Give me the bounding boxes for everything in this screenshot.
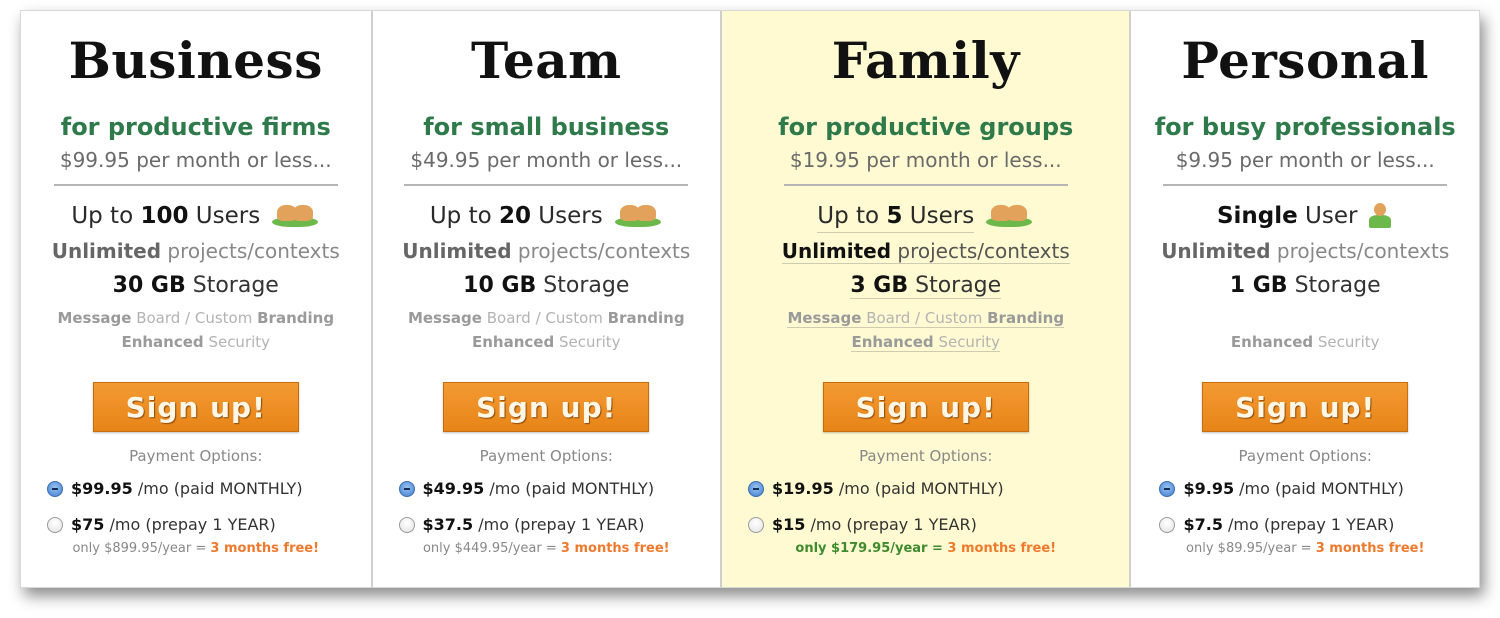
option-monthly[interactable]: $99.95 /mo (paid MONTHLY) (47, 476, 371, 502)
security-feature: Enhanced Security (121, 333, 271, 351)
option-yearly[interactable]: $75 /mo (prepay 1 YEAR) (47, 512, 371, 538)
users-count: 20 (498, 203, 531, 229)
plan-tagline: for busy professionals (1154, 113, 1456, 141)
payment-options-label: Payment Options: (479, 447, 613, 465)
signup-button[interactable]: Sign up! (443, 382, 650, 432)
users-count: Single (1216, 203, 1298, 229)
option-monthly[interactable]: $19.95 /mo (paid MONTHLY) (748, 476, 1129, 502)
option-monthly[interactable]: $49.95 /mo (paid MONTHLY) (398, 476, 721, 502)
single-user-icon (1367, 203, 1393, 229)
option-yearly[interactable]: $15 /mo (prepay 1 YEAR) (748, 512, 1129, 538)
divider (783, 184, 1068, 186)
users-feature: Single User (1131, 200, 1479, 232)
plan-personal: Personal for busy professionals $9.95 pe… (1131, 11, 1479, 587)
users-feature: Up to 100 Users (21, 200, 371, 232)
plan-team: Team for small business $49.95 per month… (373, 11, 723, 587)
projects-feature: Unlimited projects/contexts (51, 239, 340, 263)
option-yearly[interactable]: $7.5 /mo (prepay 1 YEAR) (1159, 512, 1479, 538)
divider (53, 184, 338, 186)
storage-feature: 1 GB Storage (1229, 273, 1381, 298)
users-count: 5 (886, 202, 903, 229)
plan-tagline: for small business (423, 113, 670, 141)
divider (404, 184, 689, 186)
storage-feature: 30 GB Storage (112, 273, 279, 298)
payment-options-label: Payment Options: (859, 447, 993, 465)
signup-button[interactable]: Sign up! (92, 382, 299, 432)
pricing-table: Business for productive firms $99.95 per… (20, 10, 1480, 588)
yearly-savings-note: only $89.95/year = 3 months free! (1186, 541, 1425, 556)
users-feature: Up to 20 Users (373, 200, 721, 232)
radio-yearly[interactable] (1159, 517, 1176, 533)
plan-family: Family for productive groups $19.95 per … (722, 11, 1132, 587)
plan-title: Personal (1181, 31, 1430, 90)
radio-yearly[interactable] (398, 517, 415, 533)
projects-feature: Unlimited projects/contexts (781, 239, 1070, 264)
option-monthly[interactable]: $9.95 /mo (paid MONTHLY) (1159, 476, 1479, 502)
users-feature: Up to 5 Users (722, 200, 1129, 233)
users-count: 100 (140, 203, 189, 229)
security-feature: Enhanced Security (851, 333, 1001, 352)
users-group-icon (984, 203, 1034, 229)
users-group-icon (613, 203, 663, 229)
plan-price-summary: $99.95 per month or less... (59, 148, 332, 172)
radio-monthly[interactable] (1159, 481, 1176, 497)
signup-button[interactable]: Sign up! (822, 382, 1029, 432)
radio-yearly[interactable] (47, 517, 63, 533)
plan-tagline: for productive firms (60, 113, 331, 141)
message-board-feature: Message Board / Custom Branding (57, 309, 335, 327)
plan-price-summary: $9.95 per month or less... (1175, 148, 1435, 172)
radio-yearly[interactable] (748, 517, 765, 533)
message-board-feature: Message Board / Custom Branding (407, 309, 685, 327)
plan-title: Team (470, 31, 622, 90)
plan-price-summary: $19.95 per month or less... (789, 148, 1062, 172)
users-group-icon (270, 203, 320, 229)
plan-title: Family (831, 31, 1020, 90)
yearly-savings-note: only $179.95/year = 3 months free! (795, 541, 1057, 556)
plan-price-summary: $49.95 per month or less... (410, 148, 683, 172)
plan-tagline: for productive groups (778, 113, 1074, 141)
storage-feature: 10 GB Storage (463, 273, 630, 298)
security-feature: Enhanced Security (1230, 333, 1380, 351)
radio-monthly[interactable] (398, 481, 415, 497)
security-feature: Enhanced Security (471, 333, 621, 351)
yearly-savings-note: only $899.95/year = 3 months free! (72, 541, 320, 556)
storage-feature: 3 GB Storage (850, 273, 1002, 299)
signup-button[interactable]: Sign up! (1202, 382, 1409, 432)
payment-options-label: Payment Options: (1238, 447, 1372, 465)
projects-feature: Unlimited projects/contexts (1161, 239, 1450, 263)
projects-feature: Unlimited projects/contexts (402, 239, 691, 263)
payment-options-label: Payment Options: (129, 447, 263, 465)
divider (1163, 184, 1448, 186)
radio-monthly[interactable] (748, 481, 765, 497)
plan-business: Business for productive firms $99.95 per… (21, 11, 373, 587)
message-board-feature: Message Board / Custom Branding (787, 309, 1065, 328)
yearly-savings-note: only $449.95/year = 3 months free! (422, 541, 670, 556)
plan-title: Business (68, 31, 323, 90)
option-yearly[interactable]: $37.5 /mo (prepay 1 YEAR) (398, 512, 721, 538)
radio-monthly[interactable] (47, 481, 63, 497)
